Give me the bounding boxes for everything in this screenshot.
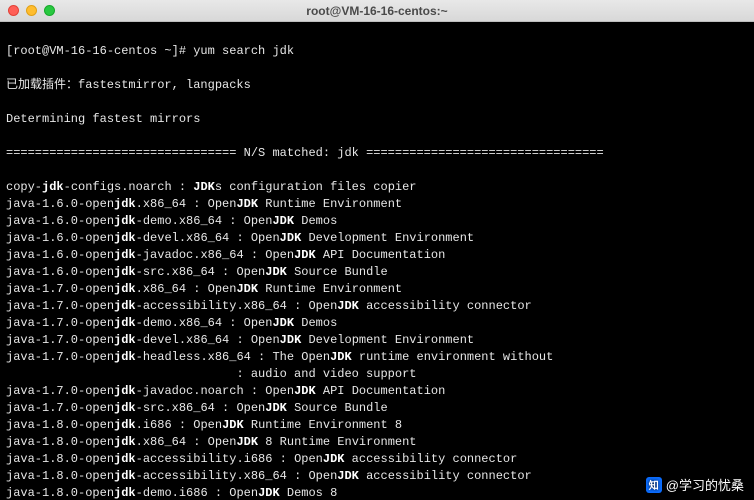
maximize-icon[interactable] xyxy=(44,5,55,16)
section-separator: ================================ N/S mat… xyxy=(6,145,748,162)
result-line: java-1.7.0-openjdk-accessibility.x86_64 … xyxy=(6,298,748,315)
result-continuation: : audio and video support xyxy=(6,366,748,383)
result-line: java-1.8.0-openjdk.i686 : OpenJDK Runtim… xyxy=(6,417,748,434)
result-line: java-1.6.0-openjdk-devel.x86_64 : OpenJD… xyxy=(6,230,748,247)
result-line: java-1.8.0-openjdk.x86_64 : OpenJDK 8 Ru… xyxy=(6,434,748,451)
result-line: copy-jdk-configs.noarch : JDKs configura… xyxy=(6,179,748,196)
result-line: java-1.7.0-openjdk-javadoc.noarch : Open… xyxy=(6,383,748,400)
result-line: java-1.8.0-openjdk-accessibility.i686 : … xyxy=(6,451,748,468)
window-titlebar: root@VM-16-16-centos:~ xyxy=(0,0,754,22)
result-line: java-1.7.0-openjdk-headless.x86_64 : The… xyxy=(6,349,748,366)
result-line: java-1.7.0-openjdk-src.x86_64 : OpenJDK … xyxy=(6,400,748,417)
prompt-line: [root@VM-16-16-centos ~]# yum search jdk xyxy=(6,43,748,60)
result-line: java-1.6.0-openjdk.x86_64 : OpenJDK Runt… xyxy=(6,196,748,213)
command: yum search jdk xyxy=(193,44,294,58)
prompt: [root@VM-16-16-centos ~]# xyxy=(6,44,186,58)
search-results: copy-jdk-configs.noarch : JDKs configura… xyxy=(6,179,748,500)
close-icon[interactable] xyxy=(8,5,19,16)
output-line: 已加载插件：fastestmirror, langpacks xyxy=(6,77,748,94)
window-title: root@VM-16-16-centos:~ xyxy=(0,4,754,18)
terminal-output[interactable]: [root@VM-16-16-centos ~]# yum search jdk… xyxy=(0,22,754,500)
result-line: java-1.8.0-openjdk-accessibility.x86_64 … xyxy=(6,468,748,485)
result-line: java-1.6.0-openjdk-javadoc.x86_64 : Open… xyxy=(6,247,748,264)
result-line: java-1.7.0-openjdk-demo.x86_64 : OpenJDK… xyxy=(6,315,748,332)
result-line: java-1.7.0-openjdk.x86_64 : OpenJDK Runt… xyxy=(6,281,748,298)
window-controls xyxy=(8,5,55,16)
result-line: java-1.7.0-openjdk-devel.x86_64 : OpenJD… xyxy=(6,332,748,349)
result-line: java-1.6.0-openjdk-src.x86_64 : OpenJDK … xyxy=(6,264,748,281)
minimize-icon[interactable] xyxy=(26,5,37,16)
result-line: java-1.8.0-openjdk-demo.i686 : OpenJDK D… xyxy=(6,485,748,500)
result-line: java-1.6.0-openjdk-demo.x86_64 : OpenJDK… xyxy=(6,213,748,230)
output-line: Determining fastest mirrors xyxy=(6,111,748,128)
